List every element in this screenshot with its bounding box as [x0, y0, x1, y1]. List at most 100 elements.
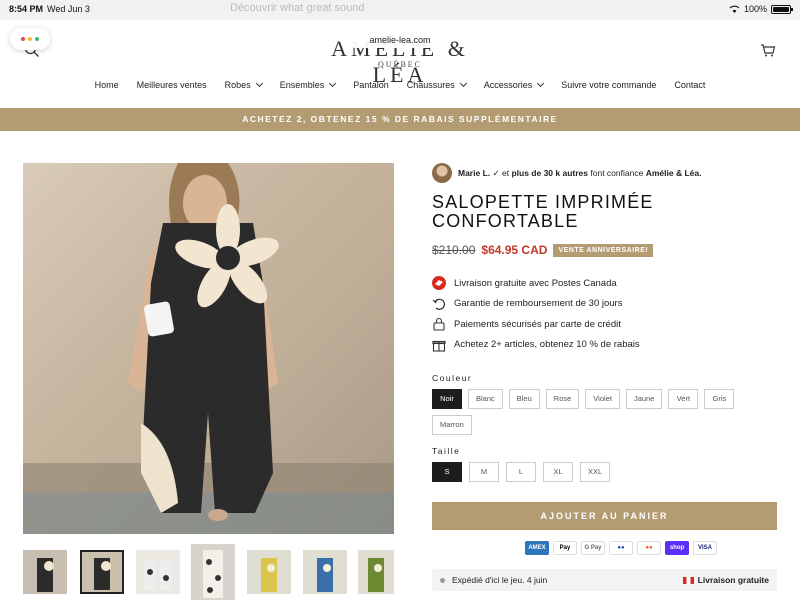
size-option-s[interactable]: S: [432, 462, 462, 482]
benefits-list: Livraison gratuite avec Postes Canada Ga…: [432, 273, 640, 355]
benefit-item: Livraison gratuite avec Postes Canada: [432, 273, 640, 294]
main-nav: Home Meilleures ventes Robes Ensembles P…: [0, 79, 800, 90]
color-option-marron[interactable]: Marron: [432, 415, 472, 435]
nav-item-label: Meilleures ventes: [136, 80, 207, 90]
size-label: Taille: [432, 446, 461, 456]
canada-flag-icon: [682, 576, 694, 584]
mastercard-icon: ●●: [637, 541, 661, 555]
product-main-image[interactable]: [23, 163, 394, 534]
nav-item-label: Home: [94, 80, 119, 90]
nav-item-label: Accessories: [483, 80, 533, 90]
benefit-item: Achetez 2+ articles, obtenez 10 % de rab…: [432, 335, 640, 356]
nav-item-label: Suivre votre commande: [561, 80, 657, 90]
nav-item-label: Chaussures: [406, 80, 455, 90]
nav-item-label: Robes: [224, 80, 251, 90]
chevron-down-icon: [255, 79, 263, 88]
social-proof-rest: font confiance: [590, 167, 644, 178]
social-proof-text: Marie L. ✓ et plus de 30 k autres font c…: [458, 168, 701, 179]
avatar: [432, 163, 452, 183]
price-row: $210.00 $64.95 CAD VENTE ANNIVERSAIRE!: [432, 243, 654, 257]
canada-post-icon: [432, 276, 446, 291]
size-option-xxl[interactable]: XXL: [580, 462, 610, 482]
status-right: 100%: [729, 4, 793, 14]
nav-item-meilleures-ventes[interactable]: Meilleures ventes: [128, 80, 216, 90]
social-proof-brand: Amélie & Léa.: [645, 167, 702, 178]
free-shipping: Livraison gratuite: [682, 575, 769, 585]
color-option-bleu[interactable]: Bleu: [508, 389, 540, 409]
benefit-text: Garantie de remboursement de 30 jours: [454, 298, 623, 310]
nav-item-contact[interactable]: Contact: [665, 80, 714, 90]
product-thumbnails: [23, 544, 394, 600]
chevron-down-icon: [459, 79, 467, 88]
social-proof: Marie L. ✓ et plus de 30 k autres font c…: [432, 163, 701, 183]
add-to-cart-button[interactable]: AJOUTER AU PANIER: [432, 502, 777, 530]
shop-pay-icon: shop: [665, 541, 689, 555]
cart-icon[interactable]: [760, 42, 776, 58]
nav-item-robes[interactable]: Robes: [216, 79, 271, 90]
original-price: $210.00: [432, 243, 476, 257]
sale-price: $64.95 CAD: [481, 243, 548, 257]
zoom-dot-icon: [35, 37, 39, 41]
sale-badge: VENTE ANNIVERSAIRE!: [553, 243, 654, 257]
thumbnail-5[interactable]: [247, 550, 291, 594]
payment-methods: AMEX Pay G Pay ●● ●● shop VISA: [525, 541, 717, 555]
refund-icon: [432, 298, 445, 310]
size-option-m[interactable]: M: [469, 462, 499, 482]
battery-percent: 100%: [743, 4, 767, 14]
amex-icon: AMEX: [525, 541, 549, 555]
chevron-down-icon: [329, 79, 337, 88]
social-proof-count: plus de 30 k autres: [511, 167, 589, 178]
color-option-blanc[interactable]: Blanc: [468, 389, 503, 409]
apple-pay-icon: Pay: [553, 541, 577, 555]
thumbnail-6[interactable]: [303, 550, 347, 594]
color-option-violet[interactable]: Violet: [585, 389, 620, 409]
thumbnail-7[interactable]: [358, 550, 394, 594]
benefit-text: Livraison gratuite avec Postes Canada: [454, 277, 617, 289]
color-option-jaune[interactable]: Jaune: [625, 389, 663, 409]
color-option-vert[interactable]: Vert: [668, 389, 699, 409]
benefit-text: Achetez 2+ articles, obtenez 10 % de rab…: [454, 339, 640, 351]
shipping-note: Expédié d'ici le jeu. 4 juin: [452, 575, 548, 585]
check-icon: ✓: [492, 167, 500, 178]
free-shipping-text: Livraison gratuite: [697, 575, 769, 585]
thumbnail-2[interactable]: [80, 550, 124, 594]
battery-icon: [771, 4, 793, 14]
gift-icon: [432, 340, 446, 352]
product-title: SALOPETTE IMPRIMÉE CONFORTABLE: [432, 192, 654, 231]
nav-item-home[interactable]: Home: [86, 80, 128, 90]
nav-item-suivre-commande[interactable]: Suivre votre commande: [552, 80, 665, 90]
wifi-icon: [729, 5, 740, 13]
color-option-noir[interactable]: Noir: [432, 389, 462, 409]
site-logo-subtitle: QUÉBEC: [378, 60, 422, 69]
color-option-rose[interactable]: Rose: [545, 389, 580, 409]
nav-item-accessories[interactable]: Accessories: [475, 79, 553, 90]
color-option-gris[interactable]: Gris: [704, 389, 735, 409]
size-option-l[interactable]: L: [506, 462, 536, 482]
benefit-item: Paiements sécurisés par carte de crédit: [432, 314, 640, 335]
thumbnail-4[interactable]: [191, 544, 235, 600]
color-options: Noir Blanc Bleu Rose Violet Jaune Vert G…: [432, 389, 762, 435]
thumbnail-3[interactable]: [136, 550, 180, 594]
size-option-xl[interactable]: XL: [543, 462, 573, 482]
nav-item-label: Ensembles: [279, 80, 325, 90]
lock-icon: [433, 318, 445, 331]
nav-item-chaussures[interactable]: Chaussures: [398, 79, 475, 90]
thumbnail-1[interactable]: [23, 550, 67, 594]
reviewer-name: Marie L.: [458, 167, 491, 178]
status-bar: 8:54 PM Wed Jun 3 Découvrir what great s…: [0, 0, 800, 20]
color-label: Couleur: [432, 373, 473, 383]
nav-item-ensembles[interactable]: Ensembles: [271, 79, 345, 90]
window-controls[interactable]: [10, 28, 50, 50]
minimize-dot-icon: [28, 37, 32, 41]
status-date: Wed Jun 3: [47, 4, 90, 14]
page: 8:54 PM Wed Jun 3 Découvrir what great s…: [0, 0, 800, 600]
shipping-estimate: Expédié d'ici le jeu. 4 juin: [440, 575, 547, 585]
social-proof-middle: et: [502, 167, 510, 178]
nav-item-pantalon[interactable]: Pantalon: [344, 80, 398, 90]
status-dot-icon: [440, 577, 445, 583]
benefit-item: Garantie de remboursement de 30 jours: [432, 294, 640, 315]
product-photo-illustration: [23, 163, 394, 534]
shipping-info-bar: Expédié d'ici le jeu. 4 juin Livraison g…: [432, 569, 777, 591]
url-bar[interactable]: amelie-lea.com: [348, 32, 452, 48]
chevron-down-icon: [537, 79, 545, 88]
